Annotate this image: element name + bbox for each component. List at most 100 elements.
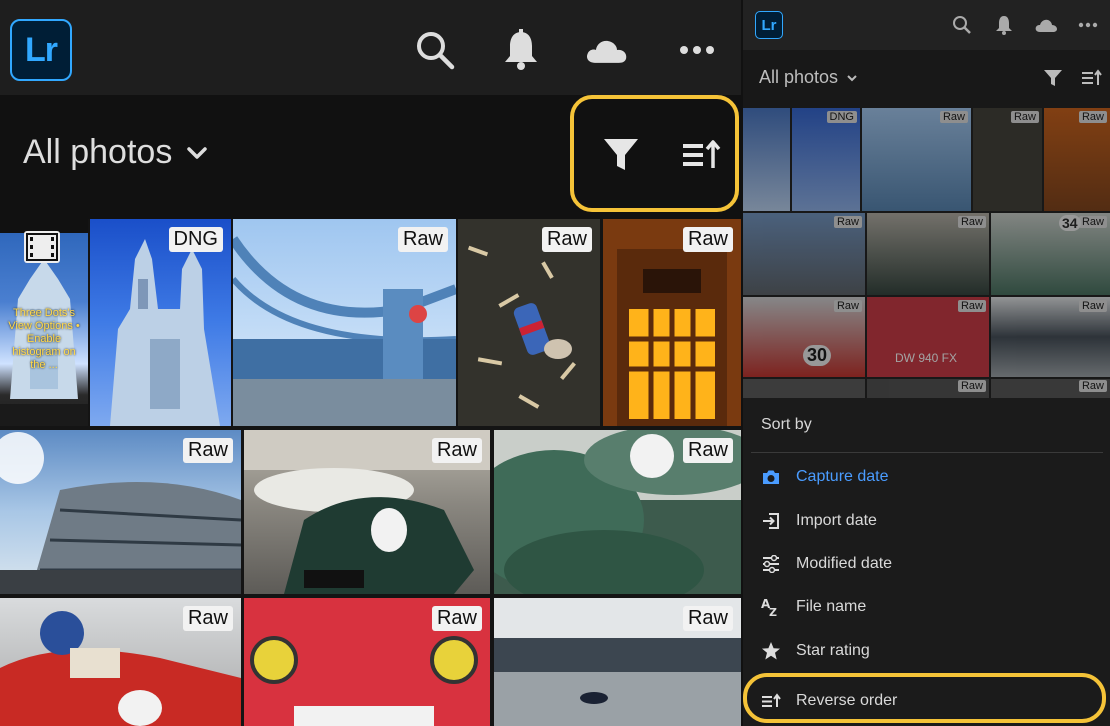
search-icon[interactable] [413,28,457,72]
photo-tile[interactable]: Raw DW 940 FX [867,297,989,377]
lightroom-logo[interactable]: Lr [10,19,72,81]
file-type-badge: Raw [1078,380,1107,392]
divider [751,452,1103,453]
file-type-badge: Raw [957,380,986,392]
file-type-badge: Raw [833,300,862,312]
sort-option-modified-date[interactable]: Modified date [761,549,892,579]
sliders-icon [761,554,781,574]
sort-heading: Sort by [761,416,812,433]
file-type-badge: Raw [939,111,968,123]
photo-tile[interactable]: Raw 34 [991,213,1110,295]
file-type-badge: Raw [682,438,733,463]
more-icon[interactable] [1076,13,1100,37]
photo-tile[interactable] [743,108,790,211]
album-selector[interactable]: All photos [759,67,858,88]
photo-tile[interactable]: Raw 30 [743,297,865,377]
file-type-badge: Raw [1078,216,1107,228]
filter-icon[interactable] [599,133,643,177]
sort-option-label: File name [796,598,867,615]
album-title: All photos [23,133,173,171]
photo-tile[interactable]: Raw [603,219,741,426]
top-bar: Lr [0,0,741,95]
photo-tile[interactable]: Raw [458,219,600,426]
sort-option-file-name[interactable]: AZ File name [761,592,866,622]
file-type-badge: Raw [957,300,986,312]
import-icon [761,511,781,531]
photo-tile[interactable]: Raw [867,379,989,398]
file-type-badge: Raw [833,216,862,228]
photo-tile[interactable]: Three Dots's View Options • Enable histo… [0,219,88,426]
photo-tile[interactable] [743,379,865,398]
sort-option-label: Reverse order [796,692,898,709]
svg-text:Z: Z [769,606,777,617]
title-bar: All photos [0,95,741,219]
sort-option-label: Modified date [796,555,893,572]
photo-tile[interactable]: Raw [494,430,741,594]
photo-tile[interactable]: Raw [233,219,456,426]
sort-option-reverse-order[interactable]: Reverse order [761,686,897,716]
file-type-badge: Raw [397,227,448,252]
file-type-badge: Raw [1010,111,1039,123]
chevron-down-icon [847,74,857,81]
star-icon [761,641,781,661]
photo-tile[interactable]: Raw [991,379,1110,398]
photo-tile[interactable]: DNG [90,219,231,426]
file-type-badge: DNG [826,111,857,123]
mini-top-bar: Lr [743,0,1110,50]
race-number: 34 [1059,215,1081,231]
file-type-badge: Raw [541,227,592,252]
file-type-badge: Raw [1078,111,1107,123]
logo-text: Lr [761,16,777,34]
photo-tile[interactable]: Raw [1044,108,1110,211]
album-title: All photos [759,67,839,87]
sort-order-icon[interactable] [1080,66,1104,90]
bell-icon[interactable] [992,13,1016,37]
logo-text: Lr [25,30,58,69]
filter-icon[interactable] [1041,66,1065,90]
photo-tile[interactable]: Raw [244,430,490,594]
sort-option-label: Star rating [796,642,870,659]
license-plate: DW 940 FX [895,351,958,365]
photo-tile[interactable]: DNG [792,108,860,211]
file-type-badge: Raw [682,606,733,631]
sort-option-capture-date[interactable]: Capture date [761,462,889,492]
album-selector[interactable]: All photos [23,133,208,172]
sort-option-star-rating[interactable]: Star rating [761,636,870,666]
file-type-badge: Raw [182,438,233,463]
file-type-badge: DNG [168,227,223,252]
file-type-badge: Raw [957,216,986,228]
search-icon[interactable] [950,13,974,37]
lightroom-logo[interactable]: Lr [755,11,783,39]
sort-order-icon[interactable] [679,133,723,177]
photo-tile[interactable]: Raw [973,108,1042,211]
file-type-badge: Raw [1078,300,1107,312]
chevron-down-icon [187,146,208,159]
photo-tile[interactable]: Raw [494,598,741,726]
photo-tile[interactable]: Raw [0,430,241,594]
photo-tile[interactable]: Raw [743,213,865,295]
more-icon[interactable] [675,28,719,72]
sort-option-import-date[interactable]: Import date [761,506,877,536]
sort-option-label: Capture date [796,468,889,485]
mini-photo-grid: DNG Raw Raw Raw Raw Raw Raw 34 Raw 30 Ra… [743,106,1110,398]
main-view: Lr All photos Three Dots's View Options … [0,0,741,726]
photo-tile[interactable]: Raw [991,297,1110,377]
file-type-badge: Raw [182,606,233,631]
alpha-sort-icon: AZ [761,597,781,617]
photo-tile[interactable]: Raw [862,108,971,211]
file-type-badge: Raw [431,606,482,631]
cloud-icon[interactable] [1034,13,1058,37]
photo-tile[interactable]: Raw [867,213,989,295]
photo-tile[interactable]: Raw [244,598,490,726]
camera-icon [761,467,781,487]
photo-tile[interactable]: Raw [0,598,241,726]
cloud-icon[interactable] [584,28,628,72]
bell-icon[interactable] [499,28,543,72]
video-icon [24,231,60,263]
sort-option-label: Import date [796,512,877,529]
sort-menu: Sort by Capture date Import date Modifie… [743,398,1110,726]
sort-order-icon [761,691,781,711]
sort-side-panel: Lr All photos DNG Raw Raw Raw Raw Raw Ra… [743,0,1110,726]
file-type-badge: Raw [431,438,482,463]
file-type-badge: Raw [682,227,733,252]
